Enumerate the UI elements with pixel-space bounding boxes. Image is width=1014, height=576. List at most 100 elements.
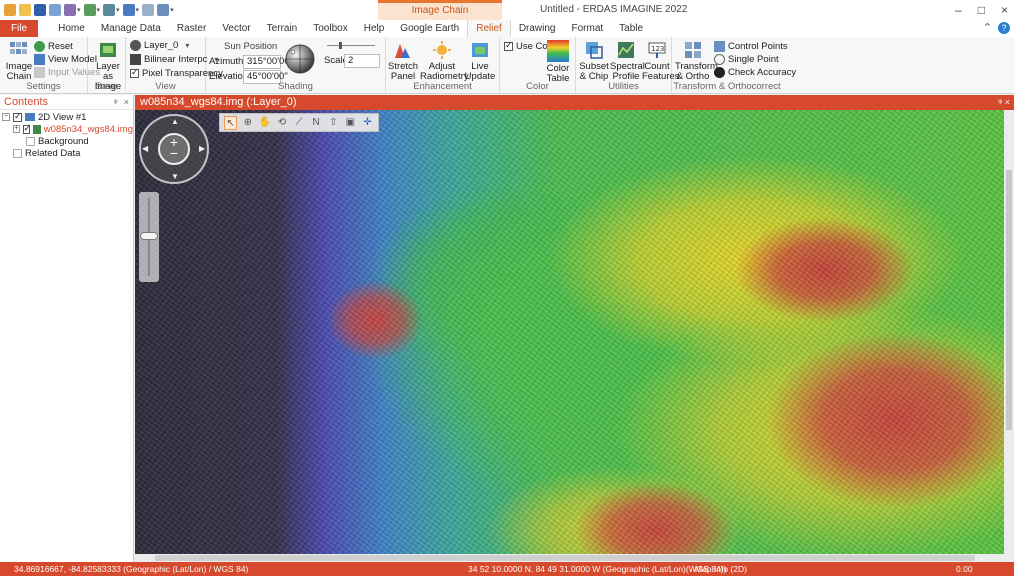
tab-google-earth[interactable]: Google Earth (392, 20, 467, 37)
zoom-out-icon[interactable] (103, 4, 116, 16)
select-icon[interactable] (64, 4, 76, 16)
view-controls: ᵠ × (998, 95, 1010, 110)
tab-drawing[interactable]: Drawing (511, 20, 564, 37)
image-chain-label: Image Chain (5, 61, 33, 82)
close-icon[interactable]: × (1005, 97, 1010, 107)
horizontal-scrollbar[interactable] (135, 554, 1014, 562)
zoom-slider[interactable] (139, 192, 159, 282)
live-update-button[interactable]: Live Update (464, 40, 496, 82)
reset-button[interactable]: Reset (34, 41, 73, 52)
count-features-button[interactable]: 123 Count Features (642, 40, 680, 82)
tab-raster[interactable]: Raster (169, 20, 214, 37)
close-button[interactable]: × (1001, 0, 1008, 20)
checkbox-icon[interactable] (13, 111, 22, 122)
measure-icon[interactable]: ⟋ (293, 116, 306, 130)
close-icon[interactable]: × (124, 97, 129, 107)
vertical-scroll-thumb[interactable] (1006, 170, 1012, 430)
ribbon-right-controls: ⌃ ? (983, 20, 1010, 37)
minimize-button[interactable]: – (955, 0, 962, 20)
zoom-slider-thumb[interactable] (140, 232, 158, 240)
zoom-out-icon[interactable]: − (160, 146, 188, 160)
dropdown-icon[interactable]: ▾ (116, 6, 120, 14)
check-accuracy-button[interactable]: Check Accuracy (714, 67, 796, 78)
group-label-view: View (155, 81, 176, 92)
pan-left-icon[interactable]: ◀ (142, 144, 148, 153)
dropdown-icon[interactable]: ▾ (97, 6, 101, 14)
status-cursor-coords: 34.86916667, -84.82583333 (Geographic (L… (14, 564, 249, 574)
pan-tool-icon[interactable]: ✋ (258, 116, 271, 130)
scale-input[interactable]: 2 (344, 54, 380, 68)
adjust-radiometry-label: Adjust Radiometry (420, 61, 469, 82)
raster-layer-icon (33, 124, 41, 134)
control-points-button[interactable]: Control Points (714, 41, 788, 52)
sun-position-dial[interactable] (284, 43, 316, 75)
zoom-in-tool-icon[interactable]: ⊕ (241, 116, 254, 130)
undo-icon[interactable] (49, 4, 61, 16)
tab-home[interactable]: Home (50, 20, 93, 37)
color-table-button[interactable]: Color Table (544, 40, 572, 84)
group-transform: Transform & Ortho Control Points Single … (672, 37, 796, 94)
overview-icon[interactable]: ▣ (344, 116, 357, 130)
zoom-buttons[interactable]: + − (158, 133, 190, 165)
pan-icon[interactable] (122, 4, 135, 16)
map-viewport[interactable]: ▲ ▼ ◀ ▶ + − ↖ ⊕ ✋ ⟲ ⟋ N ⇧ ▣ ✛ (135, 110, 1004, 554)
expand-icon[interactable]: + (13, 125, 20, 133)
customize-icon[interactable]: ▾ (170, 6, 174, 14)
dropdown-icon[interactable]: ▾ (77, 6, 81, 14)
collapse-icon[interactable]: − (2, 113, 10, 121)
pan-up-icon[interactable]: ▲ (171, 117, 179, 126)
up-icon[interactable]: ⇧ (327, 116, 340, 130)
transform-ortho-button[interactable]: Transform & Ortho (675, 40, 718, 82)
group-label-settings: Settings (26, 81, 61, 92)
inquire-icon[interactable] (142, 4, 155, 16)
tab-vector[interactable]: Vector (214, 20, 258, 37)
tab-manage-data[interactable]: Manage Data (93, 20, 169, 37)
tab-help[interactable]: Help (356, 20, 393, 37)
stretch-panel-button[interactable]: Stretch Panel (388, 40, 418, 82)
inquire-cursor-icon[interactable]: ✛ (361, 116, 374, 130)
spectral-profile-icon (618, 42, 634, 58)
help-icon[interactable]: ? (998, 22, 1010, 34)
pan-right-icon[interactable]: ▶ (199, 144, 205, 153)
maximize-button[interactable]: □ (978, 0, 985, 20)
spectral-profile-button[interactable]: Spectral Profile (610, 40, 645, 82)
dropdown-icon[interactable]: ▾ (136, 6, 140, 14)
single-point-button[interactable]: Single Point (714, 54, 779, 65)
contents-panel: Contents ᵠ × − 2D View #1 + w085n34_wgs8… (0, 95, 134, 562)
tab-toolbox[interactable]: Toolbox (305, 20, 355, 37)
rotate-icon[interactable]: ⟲ (275, 116, 288, 130)
tab-file[interactable]: File (0, 20, 39, 37)
save-icon[interactable] (34, 4, 46, 16)
vertical-scrollbar[interactable] (1004, 110, 1014, 554)
layer-as-image-icon (100, 43, 116, 57)
tab-format[interactable]: Format (564, 20, 612, 37)
collapse-ribbon-icon[interactable]: ⌃ (983, 20, 992, 37)
app-icon[interactable] (4, 4, 16, 16)
navigation-ring[interactable]: ▲ ▼ ◀ ▶ + − (139, 114, 209, 184)
open-icon[interactable] (19, 4, 31, 16)
scale-slider[interactable] (323, 42, 379, 50)
tab-terrain[interactable]: Terrain (259, 20, 306, 37)
azimuth-input[interactable]: 315°00'00" (243, 55, 293, 69)
layout-icon[interactable] (157, 4, 170, 16)
tab-table[interactable]: Table (611, 20, 651, 37)
window-title: Untitled - ERDAS IMAGINE 2022 (540, 4, 688, 15)
checkbox-icon[interactable] (22, 123, 32, 134)
horizontal-scroll-thumb[interactable] (155, 555, 975, 561)
tab-relief[interactable]: Relief (467, 20, 511, 37)
single-point-label: Single Point (728, 54, 779, 65)
select-icon[interactable]: ↖ (224, 115, 238, 130)
image-chain-button[interactable]: Image Chain (4, 40, 34, 82)
north-icon[interactable]: N (310, 116, 323, 130)
subset-chip-button[interactable]: Subset & Chip (579, 40, 609, 82)
tree-item-view[interactable]: − 2D View #1 (0, 111, 133, 123)
adjust-radiometry-button[interactable]: Adjust Radiometry (420, 40, 469, 82)
restore-icon[interactable]: ᵠ (998, 97, 1002, 107)
tree-item-related-data[interactable]: Related Data (0, 147, 133, 159)
tree-item-layer[interactable]: + w085n34_wgs84.img (0, 123, 133, 135)
pin-icon[interactable]: ᵠ (114, 97, 118, 107)
tree-item-background[interactable]: Background (0, 135, 133, 147)
pan-down-icon[interactable]: ▼ (171, 172, 179, 181)
zoom-in-icon[interactable] (83, 4, 96, 16)
layer-select[interactable]: Layer_0 ▾ (130, 40, 189, 51)
